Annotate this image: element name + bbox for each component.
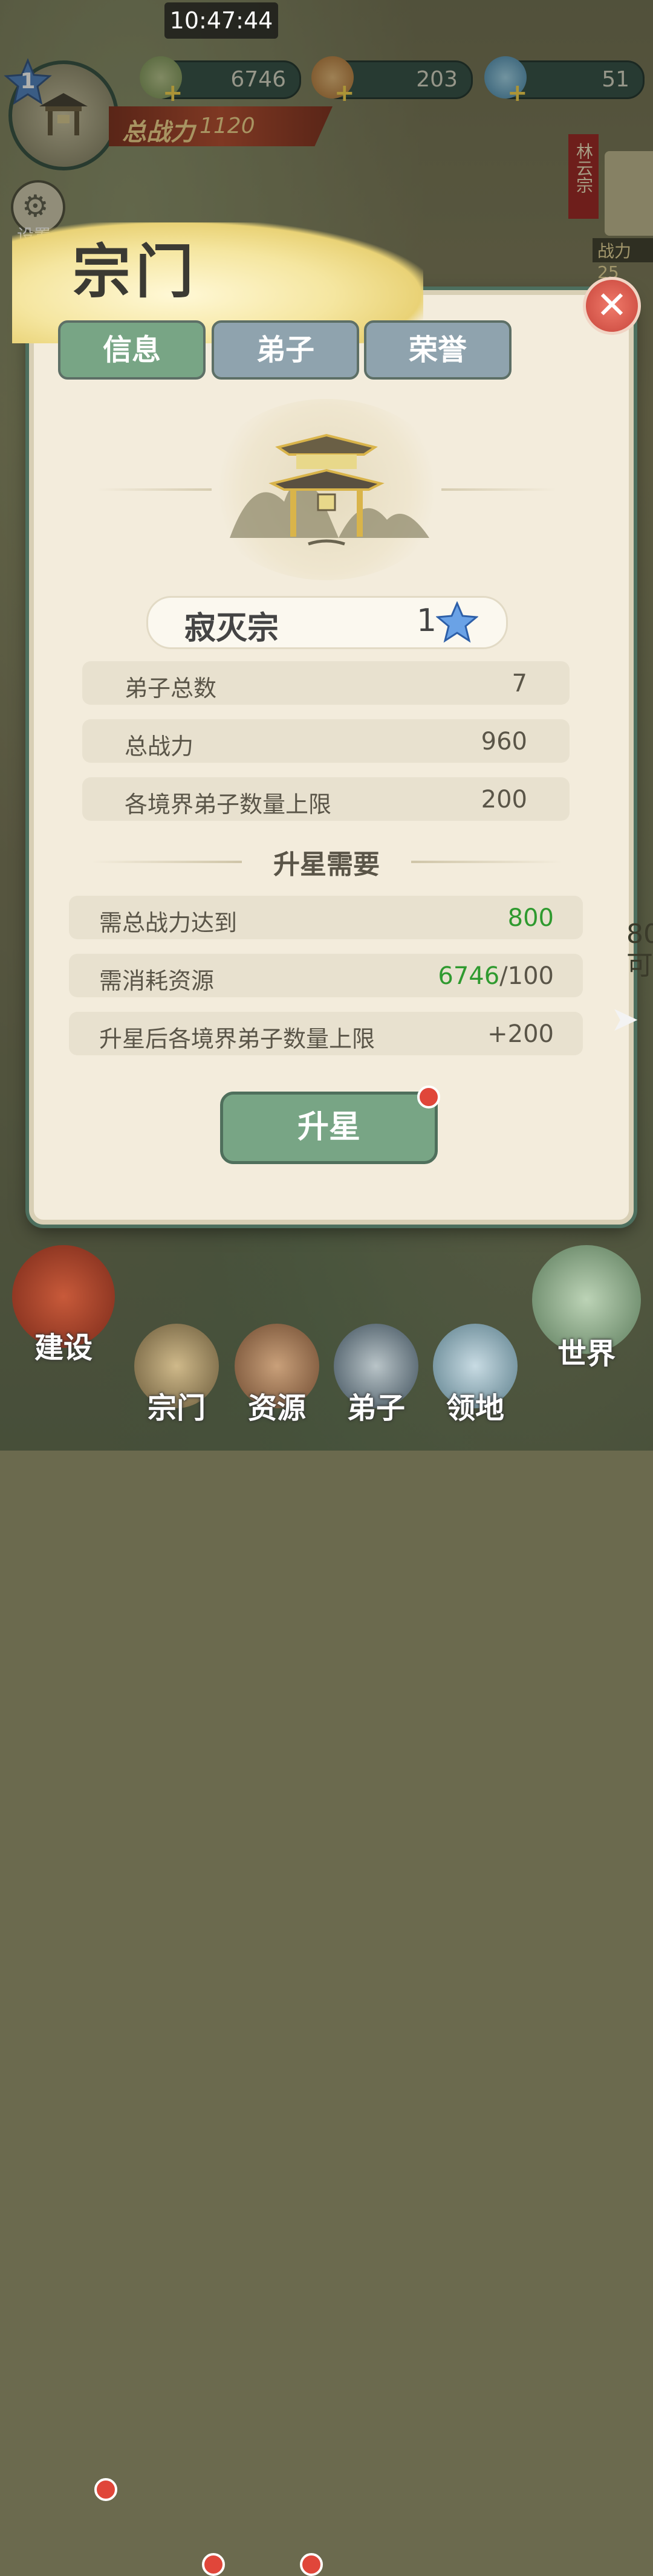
bottom-nav: 建设 宗门 资源 弟子 领地 世界 [0, 1233, 653, 2576]
info-row-value: 960 [481, 728, 527, 756]
info-row-realm-limit: 各境界弟子数量上限 200 [82, 777, 570, 821]
blue-star-icon [436, 601, 478, 643]
upgrade-notification-badge [417, 1086, 440, 1108]
req-row-label: 需消耗资源 [99, 968, 215, 994]
upgrade-star-button[interactable]: 升星 [220, 1092, 438, 1164]
info-row-value: 7 [512, 670, 527, 697]
req-row-resource: 需消耗资源 6746/100 [69, 954, 583, 997]
divider-right [441, 488, 556, 491]
info-row-label: 弟子总数 [125, 675, 217, 702]
nav-disciples[interactable]: 弟子 [328, 1324, 424, 1426]
sect-star-count: 1 [417, 603, 437, 639]
tab-disciples[interactable]: 弟子 [212, 320, 359, 380]
info-row-label: 各境界弟子数量上限 [125, 791, 332, 818]
sect-name-plate: 寂灭宗 1 [146, 596, 508, 649]
close-button[interactable]: ✕ [583, 277, 641, 335]
sect-emblem-large [206, 399, 447, 580]
nav-sect[interactable]: 宗门 [128, 1324, 225, 1426]
divider-left [97, 488, 212, 491]
nav-world[interactable]: 世界 [526, 1245, 647, 1372]
info-row-disciple-total: 弟子总数 7 [82, 661, 570, 705]
req-row-value: 800 [507, 904, 554, 932]
info-row-total-power: 总战力 960 [82, 719, 570, 763]
sect-gate-icon [230, 433, 429, 546]
tab-honor[interactable]: 荣誉 [364, 320, 512, 380]
req-row-value: +200 [487, 1020, 554, 1048]
req-row-limit-bonus: 升星后各境界弟子数量上限 +200 [69, 1012, 583, 1055]
side-fragment-text: 80 可 [626, 919, 653, 981]
paper-plane-icon[interactable]: ➤ [611, 1000, 639, 1039]
req-row-value: 6746/100 [438, 962, 554, 990]
nav-territory[interactable]: 领地 [427, 1324, 524, 1426]
req-row-label: 升星后各境界弟子数量上限 [99, 1026, 375, 1052]
nav-resources-badge [300, 2553, 323, 2576]
nav-build-badge [94, 2478, 117, 2501]
nav-sect-badge [202, 2553, 225, 2576]
req-row-power: 需总战力达到 800 [69, 896, 583, 939]
close-icon: ✕ [596, 283, 628, 327]
nav-build[interactable]: 建设 [6, 1245, 121, 1366]
info-row-label: 总战力 [125, 733, 194, 760]
sect-name: 寂灭宗 [184, 610, 279, 647]
tab-info[interactable]: 信息 [58, 320, 206, 380]
dialog-title: 宗门 [73, 238, 198, 306]
status-time: 10:47:44 [164, 2, 278, 39]
info-row-value: 200 [481, 786, 527, 814]
subtitle-divider-right [411, 861, 562, 863]
nav-resources[interactable]: 资源 [229, 1324, 325, 1426]
req-row-label: 需总战力达到 [99, 910, 238, 936]
